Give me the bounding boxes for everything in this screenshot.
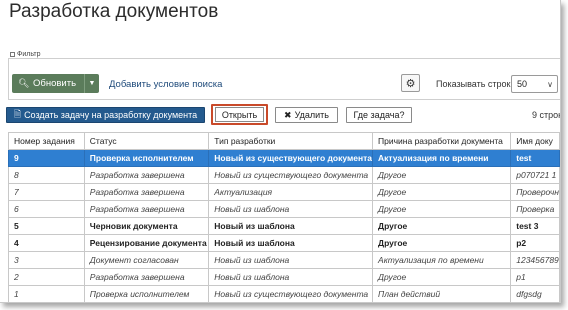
- gear-icon: ⚙: [405, 77, 416, 90]
- settings-button[interactable]: ⚙: [401, 74, 420, 92]
- table-header-row: Номер задания Статус Тип разработки Прич…: [8, 132, 560, 150]
- table-cell: 3: [8, 251, 85, 269]
- column-header[interactable]: Статус: [83, 132, 210, 150]
- open-label: Открыть: [221, 109, 258, 120]
- collapse-toggle-icon[interactable]: [10, 52, 15, 57]
- table-cell: p1: [510, 268, 560, 286]
- table-cell: dfgsdg: [510, 285, 560, 302]
- filter-legend-label: Фильтр: [17, 51, 41, 58]
- table-cell: Новый из существующего документа: [208, 149, 374, 167]
- table-cell: 1: [8, 285, 85, 302]
- table-cell: p070721 1: [510, 166, 560, 184]
- open-button[interactable]: Открыть: [211, 104, 268, 125]
- table-cell: Разработка завершена: [83, 268, 210, 286]
- table-cell: 2: [8, 268, 85, 286]
- table-cell: 5: [8, 217, 85, 235]
- table-cell: Актуализация по времени: [372, 149, 512, 167]
- table-cell: 4: [8, 234, 85, 252]
- table-cell: Другое: [372, 166, 512, 184]
- rows-per-page-label: Показывать строк: [436, 79, 511, 89]
- where-is-task-label: Где задача?: [353, 110, 405, 120]
- table-cell: 9: [8, 149, 85, 167]
- table-cell: Новый из шаблона: [208, 251, 374, 269]
- app-window: Разработка документов Фильтр 🔍︎ Обновить…: [0, 0, 561, 303]
- table-cell: Другое: [372, 268, 512, 286]
- table-cell: Другое: [372, 234, 512, 252]
- column-header[interactable]: Тип разработки: [208, 132, 374, 150]
- tasks-table: Номер задания Статус Тип разработки Прич…: [8, 132, 560, 302]
- chevron-down-icon: ∨: [547, 79, 553, 89]
- refresh-button[interactable]: 🔍︎ Обновить ▼: [12, 74, 99, 93]
- row-count: 9 строк: [532, 110, 561, 120]
- rows-per-page-value: 50: [517, 79, 528, 89]
- table-cell: test: [510, 149, 560, 167]
- table-cell: Документ согласован: [83, 251, 210, 269]
- table-cell: Черновик документа: [83, 217, 210, 235]
- table-row[interactable]: 8 Разработка завершена Новый из существующ…: [8, 166, 560, 184]
- close-icon: ✖: [284, 109, 292, 120]
- table-cell: p2: [510, 234, 560, 252]
- search-icon: 🔍︎: [18, 78, 30, 88]
- table-row[interactable]: 6 Разработка завершена Новый из шаблона Дру…: [8, 200, 560, 218]
- table-cell: Проверка исполнителем: [83, 285, 210, 302]
- column-header[interactable]: Номер задания: [8, 132, 85, 150]
- table-cell: Новый из шаблона: [208, 200, 374, 218]
- filter-legend[interactable]: Фильтр: [8, 51, 43, 58]
- table-row[interactable]: 1 Проверка исполнителем Новый из существую…: [8, 285, 560, 302]
- table-cell: Новый из шаблона: [208, 217, 374, 235]
- table-cell: Актуализация по времени: [372, 251, 512, 269]
- table-cell: Рецензирование документа: [83, 234, 210, 252]
- refresh-label: Обновить: [33, 78, 77, 89]
- table-cell: Актуализация: [208, 183, 374, 201]
- table-row[interactable]: 2 Разработка завершена Новый из шаблона Дру…: [8, 268, 560, 286]
- table-row[interactable]: 7 Разработка завершена Актуализация Другое П…: [8, 183, 560, 201]
- where-is-task-button[interactable]: Где задача?: [346, 107, 412, 123]
- table-cell: Новый из существующего документа: [208, 166, 374, 184]
- add-search-condition-link[interactable]: Добавить условие поиска: [109, 79, 222, 90]
- delete-button[interactable]: ✖ Удалить: [275, 107, 338, 123]
- table-cell: test 3: [510, 217, 560, 235]
- chevron-down-icon[interactable]: ▼: [84, 74, 99, 93]
- table-cell: Другое: [372, 217, 512, 235]
- table-row[interactable]: 5 Черновик документа Новый из шаблона Друго…: [8, 217, 560, 235]
- table-cell: Разработка завершена: [83, 200, 210, 218]
- table-cell: 123456789: [510, 251, 560, 269]
- table-cell: План действий: [372, 285, 512, 302]
- table-cell: Новый из существующего документа: [208, 285, 374, 302]
- create-task-label: Создать задачу на разработку документа: [24, 110, 198, 120]
- page-title: Разработка документов: [9, 1, 219, 22]
- table-row[interactable]: 9 Проверка исполнителем Новый из существую…: [8, 149, 560, 167]
- table-cell: Разработка завершена: [83, 183, 210, 201]
- table-cell: Новый из шаблона: [208, 268, 374, 286]
- column-header[interactable]: Причина разработки документа: [372, 132, 512, 150]
- table-cell: Новый из шаблона: [208, 234, 374, 252]
- table-cell: Проверка исполнителем: [83, 149, 210, 167]
- table-cell: Другое: [372, 183, 512, 201]
- rows-per-page-select[interactable]: 50 ∨: [511, 75, 558, 93]
- table-cell: Проверка: [510, 200, 560, 218]
- table-cell: 8: [8, 166, 85, 184]
- column-header[interactable]: Имя доку: [510, 132, 560, 150]
- table-cell: Разработка завершена: [83, 166, 210, 184]
- table-cell: 7: [8, 183, 85, 201]
- document-icon: 🗎︎: [13, 109, 22, 119]
- delete-label: Удалить: [294, 110, 329, 120]
- table-row[interactable]: 3 Документ согласован Новый из шаблона Акту…: [8, 251, 560, 269]
- table-cell: Другое: [372, 200, 512, 218]
- table-row[interactable]: 4 Рецензирование документа Новый из шаблон…: [8, 234, 560, 252]
- table-cell: 6: [8, 200, 85, 218]
- open-button-inner: Открыть: [215, 107, 264, 122]
- table-cell: Проверочн: [510, 183, 560, 201]
- create-task-button[interactable]: 🗎︎ Создать задачу на разработку документ…: [6, 107, 205, 123]
